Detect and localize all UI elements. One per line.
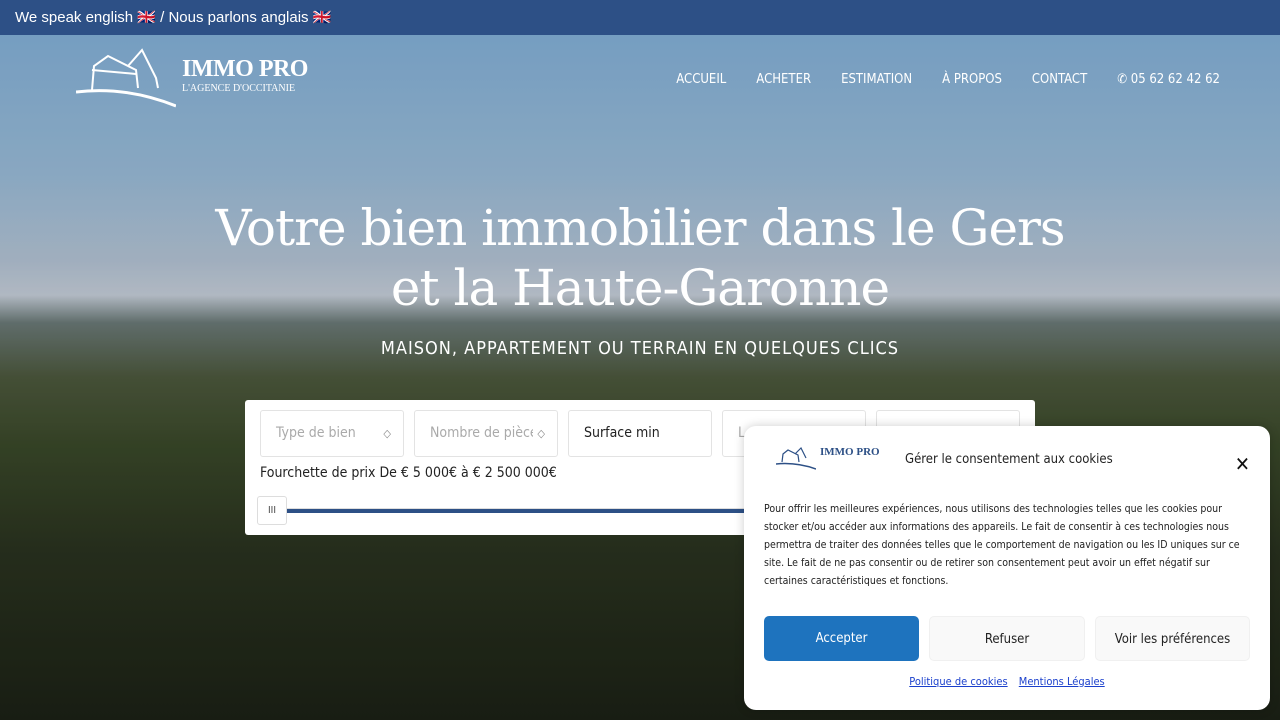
price-slider-handle-min[interactable]: III — [257, 496, 287, 525]
cookie-consent-dialog: IMMO PRO Gérer le consentement aux cooki… — [744, 426, 1270, 710]
cookie-description: Pour offrir les meilleures expériences, … — [764, 503, 1240, 587]
hero-title-line1: Votre bien immobilier dans le Gers — [215, 199, 1065, 257]
nav-contact[interactable]: CONTACT — [1032, 72, 1087, 87]
property-type-select[interactable]: Type de bien ◇ — [260, 410, 404, 457]
cookie-logo-name: IMMO PRO — [820, 446, 880, 458]
nav-acheter[interactable]: ACHETER — [756, 72, 811, 87]
close-icon[interactable]: ✕ — [1235, 452, 1250, 476]
house-logo-icon — [775, 446, 817, 470]
nav-phone[interactable]: ✆ 05 62 62 42 62 — [1117, 72, 1220, 87]
cookie-logo: IMMO PRO — [775, 446, 880, 475]
surface-min-input[interactable]: Surface min — [568, 410, 712, 457]
language-bar: We speak english 🇬🇧 / Nous parlons angla… — [0, 0, 1280, 35]
logo-tagline: L'AGENCE D'OCCITANIE — [182, 83, 296, 94]
nav-accueil[interactable]: ACCUEIL — [676, 72, 726, 87]
phone-ringing-icon: ✆ — [1117, 72, 1131, 87]
hero-title-line2: et la Haute-Garonne — [390, 259, 890, 317]
logo-name: IMMO PRO — [182, 56, 308, 82]
house-logo-icon — [76, 48, 176, 108]
rooms-placeholder: Nombre de pièces — [430, 425, 545, 441]
rooms-select[interactable]: Nombre de pièces ◇ — [414, 410, 558, 457]
nav-estimation[interactable]: ESTIMATION — [841, 72, 912, 87]
chevron-updown-icon: ◇ — [383, 427, 391, 440]
main-nav: ACCUEIL ACHETER ESTIMATION À PROPOS CONT… — [676, 72, 1220, 87]
cookie-links: Politique de cookies Mentions Légales — [744, 675, 1270, 688]
phone-number: 05 62 62 42 62 — [1130, 72, 1220, 87]
cookie-policy-link[interactable]: Politique de cookies — [909, 675, 1007, 688]
refuse-button[interactable]: Refuser — [929, 616, 1085, 661]
accept-button[interactable]: Accepter — [764, 616, 919, 661]
chevron-updown-icon: ◇ — [533, 411, 545, 456]
site-logo[interactable]: IMMO PRO L'AGENCE D'OCCITANIE — [76, 48, 308, 108]
price-range-label: Fourchette de prix De € 5 000€ à € 2 500… — [260, 465, 557, 481]
cookie-title: Gérer le consentement aux cookies — [905, 452, 1113, 467]
nav-a-propos[interactable]: À PROPOS — [942, 72, 1002, 87]
preferences-button[interactable]: Voir les préférences — [1095, 616, 1250, 661]
legal-notice-link[interactable]: Mentions Légales — [1019, 675, 1105, 688]
hero-title: Votre bien immobilier dans le Gers et la … — [0, 198, 1280, 318]
hero-subtitle: MAISON, APPARTEMENT OU TERRAIN EN QUELQU… — [380, 338, 900, 359]
property-type-placeholder: Type de bien — [276, 425, 356, 441]
